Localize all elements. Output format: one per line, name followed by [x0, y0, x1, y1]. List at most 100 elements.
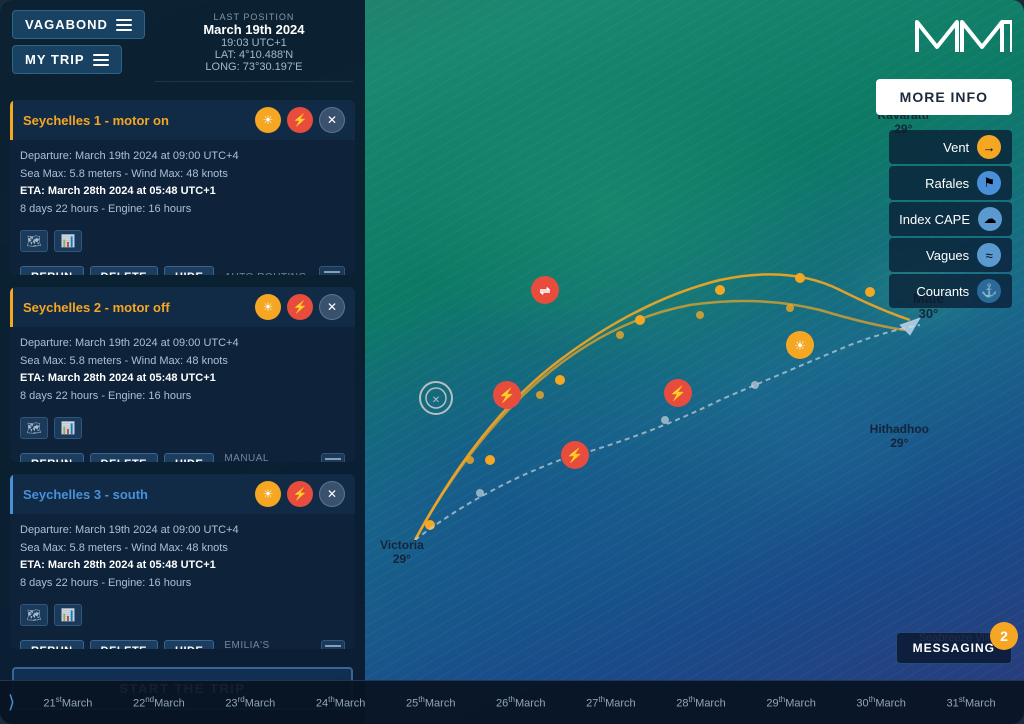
rafales-label: Rafales [899, 176, 969, 191]
route-3-title: Seychelles 3 - south [23, 487, 249, 502]
vent-icon: → [977, 135, 1001, 159]
route-1-sea: Sea Max: 5.8 meters - Wind Max: 48 knots [20, 166, 345, 184]
route-2-meta: 🗺 📊 [10, 413, 355, 447]
route-1-lightning-icon[interactable]: ⚡ [287, 107, 313, 133]
weather-courants[interactable]: Courants ⚓ [889, 274, 1012, 308]
route-1-close-icon[interactable]: ✕ [319, 107, 345, 133]
route-2-delete-btn[interactable]: DELETE [90, 453, 158, 462]
timeline-date-8: 28thMarch [676, 695, 725, 710]
svg-text:⚡: ⚡ [669, 385, 686, 402]
timeline-date-6: 26thMarch [496, 695, 545, 710]
logo [912, 12, 1012, 71]
timeline: ⟩ 21stMarch 22ndMarch 23rdMarch 24thMarc… [0, 680, 1024, 724]
route-2-hide-btn[interactable]: HIDE [164, 453, 214, 462]
route-2-duration: 8 days 22 hours - Engine: 16 hours [20, 388, 345, 406]
messaging-badge: 2 [990, 622, 1018, 650]
route-1-routing-type: AUTO ROUTING [224, 272, 306, 275]
route-3-eta: ETA: March 28th 2024 at 05:48 UTC+1 [20, 559, 216, 571]
route-3-chart-icon[interactable]: 📊 [54, 604, 82, 626]
route-card-1: Seychelles 1 - motor on ☀ ⚡ ✕ Departure:… [10, 100, 355, 275]
route-3-hide-btn[interactable]: HIDE [164, 640, 214, 649]
route-3-map-icon[interactable]: 🗺 [20, 604, 48, 626]
last-position: LAST POSITION March 19th 2024 19:03 UTC+… [155, 10, 353, 82]
route-2-sea: Sea Max: 5.8 meters - Wind Max: 48 knots [20, 353, 345, 371]
last-position-time: 19:03 UTC+1 [155, 37, 353, 49]
courants-label: Courants [899, 284, 969, 299]
rafales-icon: ⚑ [977, 171, 1001, 195]
timeline-date-10: 30thMarch [856, 695, 905, 710]
timeline-dates: 21stMarch 22ndMarch 23rdMarch 24thMarch … [23, 695, 1016, 710]
top-right-panel: MORE INFO [876, 12, 1012, 115]
weather-vagues[interactable]: Vagues ≈ [889, 238, 1012, 272]
my-trip-label: MY TRIP [25, 52, 85, 67]
route-2-rerun-btn[interactable]: RERUN [20, 453, 84, 462]
svg-text:✕: ✕ [432, 395, 440, 406]
route-1-meta: 🗺 📊 [10, 226, 355, 260]
timeline-date-2: 22ndMarch [133, 695, 185, 710]
route-2-map-icon[interactable]: 🗺 [20, 417, 48, 439]
last-position-long: LONG: 73°30.197'E [155, 61, 353, 73]
cape-icon: ☁ [978, 207, 1002, 231]
route-3-departure: Departure: March 19th 2024 at 09:00 UTC+… [20, 522, 345, 540]
route-1-rerun-btn[interactable]: RERUN [20, 266, 84, 275]
route-card-3: Seychelles 3 - south ☀ ⚡ ✕ Departure: Ma… [10, 474, 355, 649]
cape-label: Index CAPE [899, 212, 970, 227]
last-position-lat: LAT: 4°10.488'N [155, 49, 353, 61]
route-2-departure: Departure: March 19th 2024 at 09:00 UTC+… [20, 335, 345, 353]
route-3-actions: RERUN DELETE HIDE EMILIA'S ROUTING [10, 634, 355, 649]
route-2-sun-icon[interactable]: ☀ [255, 294, 281, 320]
more-info-button[interactable]: MORE INFO [876, 79, 1012, 115]
route-2-routing-type: MANUAL ROUTING [224, 453, 314, 462]
weather-cape[interactable]: Index CAPE ☁ [889, 202, 1012, 236]
route-2-list-icon[interactable] [321, 453, 345, 462]
sidebar: VAGABOND MY TRIP LAST POSITION [0, 0, 365, 724]
vagues-label: Vagues [899, 248, 969, 263]
route-3-delete-btn[interactable]: DELETE [90, 640, 158, 649]
svg-text:⚡: ⚡ [566, 447, 583, 464]
route-3-routing-type: EMILIA'S ROUTING [224, 640, 315, 649]
hamburger-icon [116, 19, 132, 31]
route-3-duration: 8 days 22 hours - Engine: 16 hours [20, 575, 345, 593]
weather-rafales[interactable]: Rafales ⚑ [889, 166, 1012, 200]
vagabond-label: VAGABOND [25, 17, 108, 32]
svg-text:⚡: ⚡ [498, 387, 515, 404]
route-1-sun-icon[interactable]: ☀ [255, 107, 281, 133]
route-1-map-icon[interactable]: 🗺 [20, 230, 48, 252]
route-2-actions: RERUN DELETE HIDE MANUAL ROUTING [10, 447, 355, 462]
route-3-list-icon[interactable] [321, 640, 345, 649]
route-1-list-icon[interactable] [319, 266, 345, 275]
route-1-actions: RERUN DELETE HIDE AUTO ROUTING [10, 260, 355, 275]
vent-label: Vent [899, 140, 969, 155]
vagues-icon: ≈ [977, 243, 1001, 267]
messaging-container: 2 MESSAGING [896, 632, 1012, 664]
route-1-header: Seychelles 1 - motor on ☀ ⚡ ✕ [10, 100, 355, 140]
vagabond-button[interactable]: VAGABOND [12, 10, 145, 39]
timeline-date-4: 24thMarch [316, 695, 365, 710]
my-trip-button[interactable]: MY TRIP [12, 45, 122, 74]
route-3-info: Departure: March 19th 2024 at 09:00 UTC+… [10, 514, 355, 600]
route-1-delete-btn[interactable]: DELETE [90, 266, 158, 275]
route-1-hide-btn[interactable]: HIDE [164, 266, 214, 275]
timeline-date-9: 29thMarch [766, 695, 815, 710]
timeline-date-7: 27thMarch [586, 695, 635, 710]
route-3-close-icon[interactable]: ✕ [319, 481, 345, 507]
route-1-chart-icon[interactable]: 📊 [54, 230, 82, 252]
route-2-header: Seychelles 2 - motor off ☀ ⚡ ✕ [10, 287, 355, 327]
route-3-sun-icon[interactable]: ☀ [255, 481, 281, 507]
route-2-info: Departure: March 19th 2024 at 09:00 UTC+… [10, 327, 355, 413]
route-card-2: Seychelles 2 - motor off ☀ ⚡ ✕ Departure… [10, 287, 355, 462]
weather-vent[interactable]: Vent → [889, 130, 1012, 164]
route-2-close-icon[interactable]: ✕ [319, 294, 345, 320]
route-3-lightning-icon[interactable]: ⚡ [287, 481, 313, 507]
svg-text:⇌: ⇌ [540, 283, 551, 298]
route-2-lightning-icon[interactable]: ⚡ [287, 294, 313, 320]
courants-icon: ⚓ [977, 279, 1001, 303]
weather-panel: Vent → Rafales ⚑ Index CAPE ☁ Vagues ≈ C… [889, 130, 1012, 308]
route-3-rerun-btn[interactable]: RERUN [20, 640, 84, 649]
route-2-eta: ETA: March 28th 2024 at 05:48 UTC+1 [20, 372, 216, 384]
route-1-info: Departure: March 19th 2024 at 09:00 UTC+… [10, 140, 355, 226]
route-1-departure: Departure: March 19th 2024 at 09:00 UTC+… [20, 148, 345, 166]
route-2-chart-icon[interactable]: 📊 [54, 417, 82, 439]
route-3-sea: Sea Max: 5.8 meters - Wind Max: 48 knots [20, 540, 345, 558]
timeline-date-1: 21stMarch [43, 695, 92, 710]
